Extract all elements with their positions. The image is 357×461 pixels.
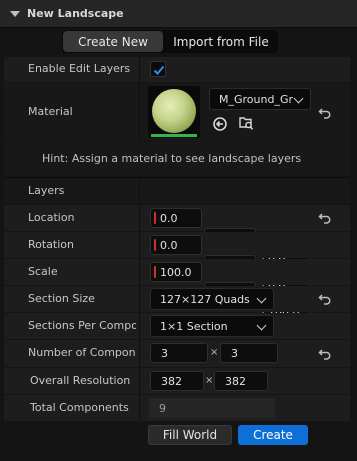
sections-per-component-dropdown[interactable]: 1×1 Section <box>150 315 274 337</box>
sections-per-component-label: Sections Per Compo... <box>28 319 136 332</box>
overall-resolution-label: Overall Resolution <box>30 374 131 387</box>
location-x-input[interactable]: 0.0 <box>150 208 202 228</box>
hint-text: Hint: Assign a material to see landscape… <box>42 152 302 165</box>
reset-to-default-icon[interactable] <box>318 211 332 225</box>
column-divider <box>139 340 140 367</box>
column-divider <box>139 286 140 312</box>
total-components-row: Total Components 9 <box>4 395 350 421</box>
enable-edit-layers-row: Enable Edit Layers <box>4 57 350 82</box>
material-asset-bar <box>151 134 197 137</box>
enable-edit-layers-label: Enable Edit Layers <box>28 62 131 75</box>
material-preview-sphere <box>152 89 196 133</box>
total-components-label: Total Components <box>30 401 129 414</box>
times-symbol: × <box>205 375 214 386</box>
fill-world-button[interactable]: Fill World <box>148 425 232 445</box>
enable-edit-layers-checkbox[interactable] <box>150 61 166 77</box>
column-divider <box>139 259 140 285</box>
layers-row: Layers <box>4 177 350 203</box>
rotation-row: Rotation 0.0 0.0 0.0 <box>4 232 350 295</box>
location-row: Location 0.0 0.0 0.0 <box>4 205 350 268</box>
chevron-down-icon <box>293 93 304 104</box>
layers-label: Layers <box>28 184 65 197</box>
chevron-down-icon <box>256 293 267 304</box>
browse-asset-icon[interactable] <box>238 115 254 131</box>
total-components-value: 9 <box>149 398 275 418</box>
section-size-dropdown[interactable]: 127×127 Quads <box>150 288 274 310</box>
hint-row: Hint: Assign a material to see landscape… <box>4 142 350 176</box>
material-thumbnail[interactable] <box>148 86 200 138</box>
location-label: Location <box>28 211 75 224</box>
section-size-value: 127×127 Quads <box>160 292 250 306</box>
overall-resolution-row: Overall Resolution 382 × 382 <box>4 368 350 394</box>
use-selected-asset-icon[interactable] <box>212 116 228 132</box>
import-from-file-tab[interactable]: Import from File <box>164 30 278 53</box>
rotation-label: Rotation <box>28 238 75 251</box>
column-divider <box>139 178 140 203</box>
times-symbol: × <box>210 347 219 358</box>
material-value: M_Ground_Gr <box>219 92 293 106</box>
collapse-arrow-icon[interactable] <box>10 10 20 17</box>
chevron-down-icon <box>256 320 267 331</box>
column-divider <box>139 57 140 82</box>
scale-x-input[interactable]: 100.0 <box>150 262 202 282</box>
scale-label: Scale <box>28 265 58 278</box>
section-size-row: Section Size 127×127 Quads <box>4 286 350 312</box>
material-label: Material <box>28 105 73 118</box>
number-of-components-row: Number of Compon... 3 × 3 <box>4 340 350 367</box>
components-y-input[interactable]: 3 <box>220 343 278 363</box>
column-divider <box>139 83 140 141</box>
material-dropdown[interactable]: M_Ground_Gr <box>209 88 311 110</box>
new-landscape-panel: New Landscape Create New Import from Fil… <box>0 0 357 461</box>
create-button[interactable]: Create <box>238 425 308 445</box>
reset-to-default-icon[interactable] <box>318 347 332 361</box>
sections-per-component-row: Sections Per Compo... 1×1 Section <box>4 313 350 339</box>
column-divider <box>139 368 140 394</box>
checkmark-icon <box>153 65 165 75</box>
number-of-components-label: Number of Compon... <box>28 346 136 359</box>
create-new-tab[interactable]: Create New <box>63 31 163 52</box>
reset-to-default-icon[interactable] <box>318 106 332 120</box>
column-divider <box>139 205 140 231</box>
scale-row: Scale 100.0 100.0 100.0 <box>4 259 350 322</box>
rotation-x-input[interactable]: 0.0 <box>150 235 202 255</box>
column-divider <box>139 313 140 339</box>
resolution-y-input[interactable]: 382 <box>214 371 268 391</box>
sections-per-component-value: 1×1 Section <box>160 319 228 333</box>
resolution-x-input[interactable]: 382 <box>150 371 204 391</box>
column-divider <box>139 232 140 258</box>
reset-to-default-icon[interactable] <box>318 292 332 306</box>
section-title: New Landscape <box>27 7 124 20</box>
mode-toggle: Create New Import from File <box>62 30 278 53</box>
section-header[interactable]: New Landscape <box>0 0 357 28</box>
section-size-label: Section Size <box>28 292 95 305</box>
column-divider <box>139 395 140 421</box>
components-x-input[interactable]: 3 <box>150 343 208 363</box>
